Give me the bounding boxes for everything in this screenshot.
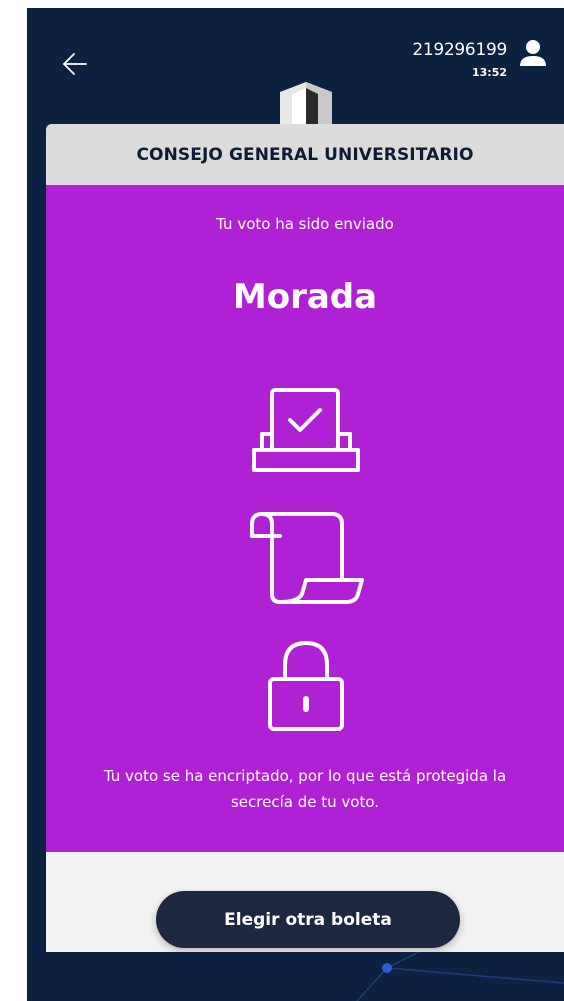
clock: 13:52 — [471, 66, 507, 79]
user-id: 219296199 — [412, 40, 507, 60]
card-header: CONSEJO GENERAL UNIVERSITARIO — [46, 124, 564, 185]
back-button[interactable] — [57, 46, 93, 82]
arrow-left-icon — [63, 53, 87, 75]
app-screen: 219296199 13:52 CONSEJO GENERAL UNIVERSI… — [27, 8, 564, 1001]
card-body: Tu voto ha sido enviado Morada Tu voto s… — [46, 185, 564, 852]
vote-confirmation-card: CONSEJO GENERAL UNIVERSITARIO Tu voto ha… — [46, 124, 564, 952]
card-footer: Elegir otra boleta — [46, 852, 564, 952]
choose-another-ballot-button[interactable]: Elegir otra boleta — [156, 891, 460, 948]
vote-sent-message: Tu voto ha sido enviado — [216, 215, 394, 233]
user-avatar-icon[interactable] — [518, 38, 548, 68]
card-title: CONSEJO GENERAL UNIVERSITARIO — [136, 144, 474, 165]
encryption-info-message: Tu voto se ha encriptado, por lo que est… — [103, 767, 507, 811]
selected-choice: Morada — [232, 277, 378, 317]
lock-icon — [246, 635, 366, 735]
scroll-icon — [246, 508, 366, 608]
ballot-box-check-icon — [246, 381, 366, 481]
